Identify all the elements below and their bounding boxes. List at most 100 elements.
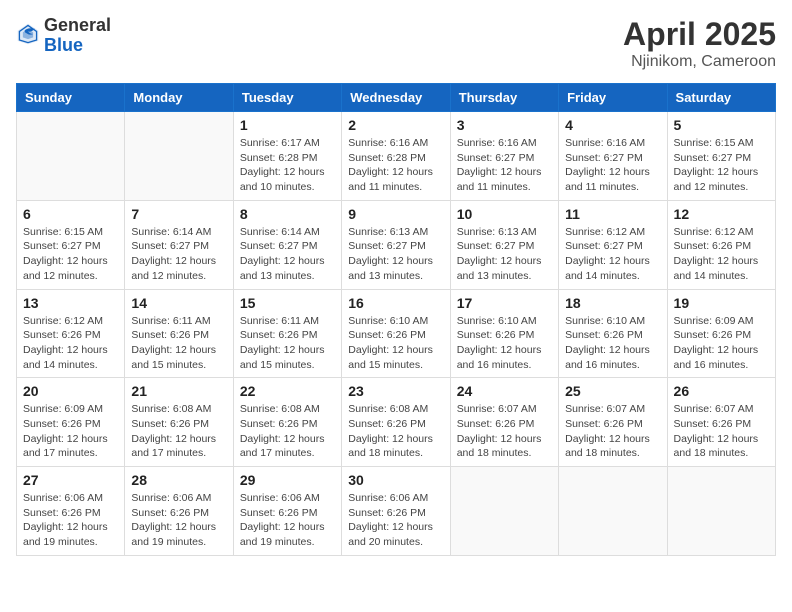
calendar-cell: 28 Sunrise: 6:06 AM Sunset: 6:26 PM Dayli…: [125, 467, 233, 556]
location: Njinikom, Cameroon: [623, 53, 776, 71]
calendar-cell: 27 Sunrise: 6:06 AM Sunset: 6:26 PM Dayli…: [17, 467, 125, 556]
day-number: 6: [23, 206, 118, 222]
calendar-week-row: 27 Sunrise: 6:06 AM Sunset: 6:26 PM Dayli…: [17, 467, 776, 556]
day-number: 12: [674, 206, 769, 222]
day-of-week-header: Monday: [125, 84, 233, 112]
day-number: 29: [240, 472, 335, 488]
day-info: Sunrise: 6:07 AM Sunset: 6:26 PM Dayligh…: [674, 402, 769, 461]
day-number: 18: [565, 295, 660, 311]
day-info: Sunrise: 6:09 AM Sunset: 6:26 PM Dayligh…: [23, 402, 118, 461]
day-info: Sunrise: 6:15 AM Sunset: 6:27 PM Dayligh…: [674, 136, 769, 195]
calendar-cell: 21Sunrise: 6:08 AM Sunset: 6:26 PM Dayli…: [125, 378, 233, 467]
calendar-cell: 16 Sunrise: 6:10 AM Sunset: 6:26 PM Dayli…: [342, 289, 450, 378]
day-number: 28: [131, 472, 226, 488]
day-info: Sunrise: 6:12 AM Sunset: 6:26 PM Dayligh…: [674, 225, 769, 284]
day-number: 9: [348, 206, 443, 222]
calendar-cell: 8Sunrise: 6:14 AM Sunset: 6:27 PM Daylig…: [233, 200, 341, 289]
month-year: April 2025: [623, 16, 776, 53]
day-info: Sunrise: 6:12 AM Sunset: 6:26 PM Dayligh…: [23, 314, 118, 373]
day-of-week-header: Tuesday: [233, 84, 341, 112]
title-section: April 2025 Njinikom, Cameroon: [623, 16, 776, 71]
day-info: Sunrise: 6:13 AM Sunset: 6:27 PM Dayligh…: [348, 225, 443, 284]
day-number: 21: [131, 383, 226, 399]
day-info: Sunrise: 6:06 AM Sunset: 6:26 PM Dayligh…: [240, 491, 335, 550]
calendar-cell: 12 Sunrise: 6:12 AM Sunset: 6:26 PM Dayli…: [667, 200, 775, 289]
calendar-week-row: 6 Sunrise: 6:15 AM Sunset: 6:27 PM Daylig…: [17, 200, 776, 289]
calendar-cell: 23 Sunrise: 6:08 AM Sunset: 6:26 PM Dayli…: [342, 378, 450, 467]
day-info: Sunrise: 6:14 AM Sunset: 6:27 PM Dayligh…: [131, 225, 226, 284]
day-info: Sunrise: 6:07 AM Sunset: 6:26 PM Dayligh…: [457, 402, 552, 461]
calendar-cell: [667, 467, 775, 556]
calendar-header-row: SundayMondayTuesdayWednesdayThursdayFrid…: [17, 84, 776, 112]
day-number: 14: [131, 295, 226, 311]
day-info: Sunrise: 6:10 AM Sunset: 6:26 PM Dayligh…: [565, 314, 660, 373]
day-number: 27: [23, 472, 118, 488]
calendar-cell: 1 Sunrise: 6:17 AM Sunset: 6:28 PM Daylig…: [233, 112, 341, 201]
day-info: Sunrise: 6:08 AM Sunset: 6:26 PM Dayligh…: [348, 402, 443, 461]
day-number: 17: [457, 295, 552, 311]
day-number: 23: [348, 383, 443, 399]
logo-general-text: General: [44, 16, 111, 36]
calendar-cell: 11Sunrise: 6:12 AM Sunset: 6:27 PM Dayli…: [559, 200, 667, 289]
calendar-cell: [17, 112, 125, 201]
day-number: 4: [565, 117, 660, 133]
day-info: Sunrise: 6:17 AM Sunset: 6:28 PM Dayligh…: [240, 136, 335, 195]
day-info: Sunrise: 6:10 AM Sunset: 6:26 PM Dayligh…: [457, 314, 552, 373]
calendar-cell: 10 Sunrise: 6:13 AM Sunset: 6:27 PM Dayli…: [450, 200, 558, 289]
calendar-week-row: 13 Sunrise: 6:12 AM Sunset: 6:26 PM Dayli…: [17, 289, 776, 378]
calendar-cell: 13 Sunrise: 6:12 AM Sunset: 6:26 PM Dayli…: [17, 289, 125, 378]
logo-blue-text: Blue: [44, 36, 111, 56]
day-info: Sunrise: 6:06 AM Sunset: 6:26 PM Dayligh…: [348, 491, 443, 550]
day-number: 25: [565, 383, 660, 399]
day-info: Sunrise: 6:08 AM Sunset: 6:26 PM Dayligh…: [240, 402, 335, 461]
day-info: Sunrise: 6:09 AM Sunset: 6:26 PM Dayligh…: [674, 314, 769, 373]
day-info: Sunrise: 6:06 AM Sunset: 6:26 PM Dayligh…: [131, 491, 226, 550]
calendar-cell: 17 Sunrise: 6:10 AM Sunset: 6:26 PM Dayli…: [450, 289, 558, 378]
calendar-cell: 20 Sunrise: 6:09 AM Sunset: 6:26 PM Dayli…: [17, 378, 125, 467]
day-number: 22: [240, 383, 335, 399]
day-of-week-header: Wednesday: [342, 84, 450, 112]
calendar-cell: 14 Sunrise: 6:11 AM Sunset: 6:26 PM Dayli…: [125, 289, 233, 378]
day-number: 7: [131, 206, 226, 222]
day-info: Sunrise: 6:06 AM Sunset: 6:26 PM Dayligh…: [23, 491, 118, 550]
day-of-week-header: Friday: [559, 84, 667, 112]
calendar-cell: [125, 112, 233, 201]
calendar-cell: 3Sunrise: 6:16 AM Sunset: 6:27 PM Daylig…: [450, 112, 558, 201]
day-info: Sunrise: 6:11 AM Sunset: 6:26 PM Dayligh…: [131, 314, 226, 373]
logo: General Blue: [16, 16, 111, 56]
day-number: 16: [348, 295, 443, 311]
day-number: 26: [674, 383, 769, 399]
calendar-cell: 7 Sunrise: 6:14 AM Sunset: 6:27 PM Daylig…: [125, 200, 233, 289]
calendar-week-row: 1 Sunrise: 6:17 AM Sunset: 6:28 PM Daylig…: [17, 112, 776, 201]
calendar-cell: 26 Sunrise: 6:07 AM Sunset: 6:26 PM Dayli…: [667, 378, 775, 467]
day-number: 19: [674, 295, 769, 311]
day-info: Sunrise: 6:16 AM Sunset: 6:27 PM Dayligh…: [565, 136, 660, 195]
calendar-cell: 19 Sunrise: 6:09 AM Sunset: 6:26 PM Dayli…: [667, 289, 775, 378]
calendar-cell: 9 Sunrise: 6:13 AM Sunset: 6:27 PM Daylig…: [342, 200, 450, 289]
day-number: 13: [23, 295, 118, 311]
calendar-cell: 22 Sunrise: 6:08 AM Sunset: 6:26 PM Dayli…: [233, 378, 341, 467]
calendar-cell: [450, 467, 558, 556]
day-number: 30: [348, 472, 443, 488]
day-number: 10: [457, 206, 552, 222]
calendar-cell: 6 Sunrise: 6:15 AM Sunset: 6:27 PM Daylig…: [17, 200, 125, 289]
day-info: Sunrise: 6:12 AM Sunset: 6:27 PM Dayligh…: [565, 225, 660, 284]
calendar-cell: [559, 467, 667, 556]
day-info: Sunrise: 6:15 AM Sunset: 6:27 PM Dayligh…: [23, 225, 118, 284]
calendar-cell: 4 Sunrise: 6:16 AM Sunset: 6:27 PM Daylig…: [559, 112, 667, 201]
calendar-cell: 15Sunrise: 6:11 AM Sunset: 6:26 PM Dayli…: [233, 289, 341, 378]
calendar-cell: 29 Sunrise: 6:06 AM Sunset: 6:26 PM Dayli…: [233, 467, 341, 556]
calendar-cell: 30 Sunrise: 6:06 AM Sunset: 6:26 PM Dayli…: [342, 467, 450, 556]
day-number: 1: [240, 117, 335, 133]
day-info: Sunrise: 6:16 AM Sunset: 6:28 PM Dayligh…: [348, 136, 443, 195]
day-number: 8: [240, 206, 335, 222]
day-number: 5: [674, 117, 769, 133]
day-of-week-header: Sunday: [17, 84, 125, 112]
day-info: Sunrise: 6:16 AM Sunset: 6:27 PM Dayligh…: [457, 136, 552, 195]
day-number: 15: [240, 295, 335, 311]
day-info: Sunrise: 6:10 AM Sunset: 6:26 PM Dayligh…: [348, 314, 443, 373]
day-info: Sunrise: 6:07 AM Sunset: 6:26 PM Dayligh…: [565, 402, 660, 461]
day-of-week-header: Thursday: [450, 84, 558, 112]
day-info: Sunrise: 6:13 AM Sunset: 6:27 PM Dayligh…: [457, 225, 552, 284]
day-number: 20: [23, 383, 118, 399]
